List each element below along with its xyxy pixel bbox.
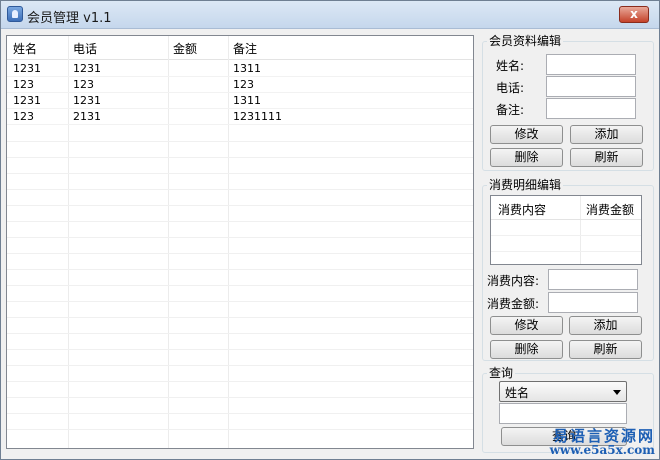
query-field-value: 姓名 <box>505 386 530 400</box>
grid-line <box>7 429 473 430</box>
consume-modify-button[interactable]: 修改 <box>490 316 563 335</box>
phone-label: 电话: <box>496 81 525 95</box>
grid-line <box>7 349 473 350</box>
column-header-note[interactable]: 备注 <box>233 40 257 57</box>
consume-add-button[interactable]: 添加 <box>569 316 642 335</box>
table-row[interactable]: 1231 1231 1311 <box>7 61 473 77</box>
consume-amount-label: 消费金额: <box>487 297 540 311</box>
table-row[interactable]: 123 123 123 <box>7 77 473 93</box>
note-label: 备注: <box>496 103 525 117</box>
grid-line <box>7 269 473 270</box>
column-header-amount[interactable]: 消费金额 <box>586 201 634 218</box>
column-header-phone[interactable]: 电话 <box>73 40 97 57</box>
grid-line <box>7 189 473 190</box>
header-divider <box>491 219 641 220</box>
member-modify-button[interactable]: 修改 <box>490 125 563 144</box>
cell-note: 1311 <box>233 94 261 107</box>
consume-amount-input[interactable] <box>548 292 638 313</box>
grid-line <box>7 317 473 318</box>
query-title: 查询 <box>487 364 516 381</box>
app-icon <box>7 6 23 22</box>
grid-line <box>7 157 473 158</box>
member-refresh-button[interactable]: 刷新 <box>570 148 643 167</box>
column-header-content[interactable]: 消费内容 <box>498 201 546 218</box>
grid-line <box>7 365 473 366</box>
cell-name: 1231 <box>13 94 41 107</box>
grid-line <box>7 381 473 382</box>
cell-note: 1231111 <box>233 110 282 123</box>
cell-name: 1231 <box>13 62 41 75</box>
grid-line <box>7 253 473 254</box>
cell-phone: 123 <box>73 78 94 91</box>
consume-content-label: 消费内容: <box>487 274 540 288</box>
column-header-amount[interactable]: 金额 <box>173 40 197 57</box>
member-list[interactable]: 姓名 电话 金额 备注 1231 1231 1311 123 123 123 1… <box>6 35 474 449</box>
watermark: 易语言资源网 www.e5a5x.com <box>547 424 659 458</box>
main-window: 会员管理 v1.1 x 姓名 电话 金额 备注 1231 1231 1311 1… <box>0 0 660 460</box>
grid-line <box>7 333 473 334</box>
chevron-down-icon <box>613 390 621 395</box>
grid-line <box>7 397 473 398</box>
grid-line <box>7 141 473 142</box>
grid-line <box>7 221 473 222</box>
name-label: 姓名: <box>496 59 525 73</box>
consume-detail-list[interactable]: 消费内容 消费金额 <box>490 195 642 265</box>
cell-name: 123 <box>13 78 34 91</box>
query-keyword-input[interactable] <box>499 403 627 424</box>
member-delete-button[interactable]: 删除 <box>490 148 563 167</box>
cell-phone: 2131 <box>73 110 101 123</box>
cell-note: 123 <box>233 78 254 91</box>
grid-line <box>7 285 473 286</box>
table-row[interactable]: 1231 1231 1311 <box>7 93 473 109</box>
grid-line <box>491 235 641 236</box>
consume-delete-button[interactable]: 删除 <box>490 340 563 359</box>
grid-line <box>7 205 473 206</box>
grid-line <box>7 301 473 302</box>
phone-input[interactable] <box>546 76 636 97</box>
grid-line <box>7 173 473 174</box>
cell-name: 123 <box>13 110 34 123</box>
title-bar[interactable]: 会员管理 v1.1 x <box>1 1 659 29</box>
window-title: 会员管理 v1.1 <box>27 11 112 26</box>
watermark-url: www.e5a5x.com <box>549 443 655 457</box>
cell-phone: 1231 <box>73 62 101 75</box>
query-field-select[interactable]: 姓名 <box>499 381 627 402</box>
column-header-name[interactable]: 姓名 <box>13 40 37 57</box>
grid-line <box>7 413 473 414</box>
column-divider <box>580 196 581 264</box>
consume-refresh-button[interactable]: 刷新 <box>569 340 642 359</box>
member-edit-title: 会员资料编辑 <box>487 32 564 49</box>
table-row[interactable]: 123 2131 1231111 <box>7 109 473 125</box>
consume-edit-title: 消费明细编辑 <box>487 176 564 193</box>
member-add-button[interactable]: 添加 <box>570 125 643 144</box>
member-list-header: 姓名 电话 金额 备注 <box>7 36 473 60</box>
close-button[interactable]: x <box>619 6 649 23</box>
cell-note: 1311 <box>233 62 261 75</box>
note-input[interactable] <box>546 98 636 119</box>
name-input[interactable] <box>546 54 636 75</box>
grid-line <box>7 237 473 238</box>
grid-line <box>491 251 641 252</box>
cell-phone: 1231 <box>73 94 101 107</box>
consume-content-input[interactable] <box>548 269 638 290</box>
